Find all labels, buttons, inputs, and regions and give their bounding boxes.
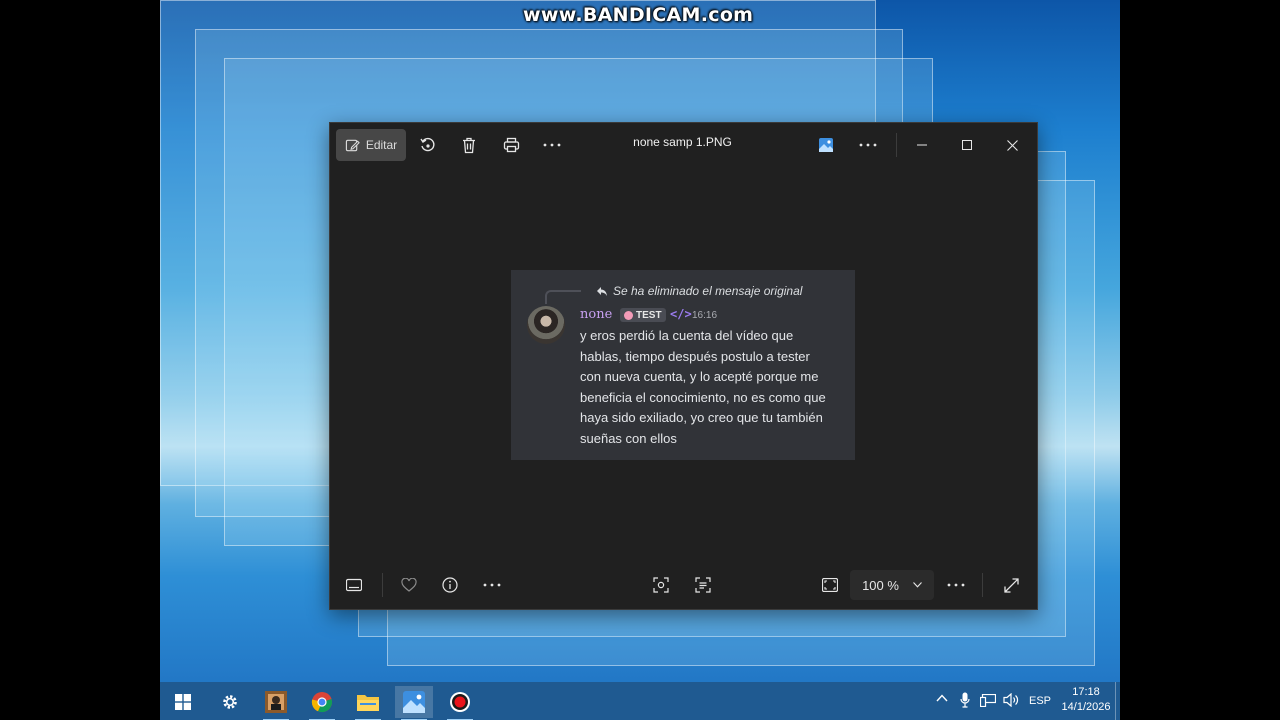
username: none [580,307,613,322]
more-icon [947,583,965,587]
reply-preview: Se ha eliminado el mensaje original [597,284,802,298]
bandicam-watermark: www.BANDICAM.com [523,4,754,26]
zoom-value: 100 % [862,577,899,593]
message-timestamp: 16:16 [692,310,718,321]
window-title: none samp 1.PNG [633,135,732,149]
fit-to-window-button[interactable] [814,569,846,601]
taskbar-photos[interactable] [395,686,433,720]
edit-label: Editar [365,138,398,152]
displayed-image: Se ha eliminado el mensaje original none… [511,270,855,460]
server-tag: TEST [620,308,666,322]
title-more-button[interactable] [852,129,884,161]
settings-icon [221,693,239,711]
file-explorer-icon [357,693,379,711]
desktop: www.BANDICAM.com Editar none samp 1.PNG [160,0,1120,720]
filmstrip-icon [346,578,362,592]
bandicam-record-icon [449,691,471,713]
titlebar-separator [896,133,897,157]
delete-button[interactable] [453,129,485,161]
zoom-dropdown[interactable]: 100 % [850,570,934,600]
delete-icon [461,137,477,154]
close-icon [1006,139,1018,151]
taskbar-clock[interactable]: 17:18 14/1/2026 [1056,685,1116,715]
favorite-button[interactable] [393,569,425,601]
taskbar-photo-app[interactable] [257,686,295,720]
tag-icon [624,310,633,320]
avatar [527,306,565,344]
reply-text: Se ha eliminado el mensaje original [613,284,803,298]
network-status[interactable] [980,694,996,707]
windows-start-icon [175,694,191,710]
reply-connector [545,290,581,304]
maximize-button[interactable] [951,129,983,161]
view-more-button[interactable] [940,569,972,601]
maximize-icon [962,140,972,150]
show-desktop-edge[interactable] [1115,682,1116,720]
more-icon [859,143,877,147]
photo-app-icon [265,691,287,713]
message-body: y eros perdió la cuenta del vídeo que ha… [580,328,826,446]
input-language[interactable]: ESP [1029,695,1051,707]
scan-text-icon [695,577,711,593]
chevron-down-icon [913,582,922,588]
scan-text-button[interactable] [687,569,719,601]
photos-app-icon [819,138,833,152]
close-button[interactable] [996,129,1028,161]
clock-time: 17:18 [1072,686,1100,698]
fullscreen-button[interactable] [995,569,1027,601]
rotate-button[interactable] [412,129,444,161]
info-button[interactable] [434,569,466,601]
chrome-icon [311,691,333,713]
fullscreen-icon [1003,577,1019,593]
network-icon [980,694,996,707]
minimize-icon [917,144,927,146]
edit-button[interactable]: Editar [336,129,406,161]
info-icon [442,577,458,593]
tag-label: TEST [636,309,662,321]
more-icon [483,583,501,587]
fit-icon [822,578,838,592]
minimize-button[interactable] [906,129,938,161]
taskbar: ESP [160,682,1120,720]
print-button[interactable] [495,129,527,161]
photos-window: Editar none samp 1.PNG Se ha eliminado e… [329,122,1038,610]
show-hidden-icons-button[interactable] [936,694,948,702]
bottom-more-button[interactable] [476,569,508,601]
favorite-icon [401,578,417,592]
print-icon [503,137,520,153]
developer-badge: </> [670,307,692,321]
chevron-up-icon [936,694,948,702]
bottom-separator [982,573,983,597]
speaker-icon [1003,693,1020,707]
taskbar-chrome[interactable] [303,686,341,720]
taskbar-settings[interactable] [211,686,249,718]
rotate-icon [419,136,437,154]
photos-app-button[interactable] [810,129,842,161]
more-icon [543,143,561,147]
bottom-separator [382,573,383,597]
visual-search-button[interactable] [645,569,677,601]
edit-icon [345,138,360,153]
taskbar-file-explorer[interactable] [349,686,387,720]
clock-date: 14/1/2026 [1061,701,1111,713]
taskbar-bandicam[interactable] [441,686,479,720]
volume-control[interactable] [1003,693,1020,707]
start-button[interactable] [164,686,202,718]
visual-search-icon [653,577,669,593]
filmstrip-button[interactable] [338,569,370,601]
microphone-status[interactable] [960,692,970,708]
microphone-icon [960,692,970,708]
photos-icon [403,691,425,713]
reply-arrow-icon [597,286,607,296]
